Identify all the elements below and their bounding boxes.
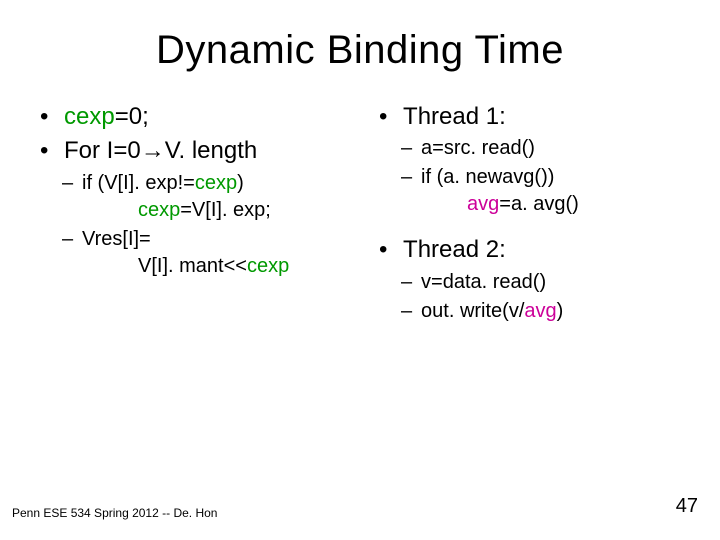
sub-if-body: cexp=V[I]. exp; xyxy=(82,197,367,224)
sub-vres: Vres[I]= V[I]. mant<<cexp xyxy=(38,226,367,280)
cexp-highlight: cexp xyxy=(64,103,115,130)
t1-if-body: avg=a. avg() xyxy=(421,191,690,218)
bullet-for-loop: For I=0→V. length xyxy=(38,135,367,167)
bullet-thread1: Thread 1: xyxy=(377,101,690,133)
left-column: cexp=0; For I=0→V. length if (V[I]. exp!… xyxy=(38,101,377,327)
page-number: 47 xyxy=(676,495,698,518)
text: =0; xyxy=(115,103,149,130)
text: Vres[I]= xyxy=(82,228,151,250)
text: For I=0 xyxy=(64,137,141,164)
t2-write: out. write(v/avg) xyxy=(377,298,690,325)
bullet-thread2: Thread 2: xyxy=(377,234,690,266)
text: Thread 1: xyxy=(403,103,506,130)
text: =V[I]. exp; xyxy=(180,199,271,221)
text: ) xyxy=(237,172,244,194)
text: =a. avg() xyxy=(499,193,578,215)
bullet-cexp-init: cexp=0; xyxy=(38,101,367,133)
text: v=data. read() xyxy=(421,271,546,293)
slide-body: cexp=0; For I=0→V. length if (V[I]. exp!… xyxy=(0,83,720,327)
text: if (V[I]. exp!= xyxy=(82,172,195,194)
cexp-highlight: cexp xyxy=(138,199,180,221)
slide-title: Dynamic Binding Time xyxy=(0,0,720,83)
text: if (a. newavg()) xyxy=(421,166,554,188)
text: ) xyxy=(557,300,564,322)
arrow-icon: → xyxy=(141,137,165,164)
footer-text: Penn ESE 534 Spring 2012 -- De. Hon xyxy=(12,506,217,520)
t1-if: if (a. newavg()) avg=a. avg() xyxy=(377,164,690,218)
avg-highlight: avg xyxy=(524,300,556,322)
t1-read: a=src. read() xyxy=(377,135,690,162)
cexp-highlight: cexp xyxy=(247,255,289,277)
text: V. length xyxy=(165,137,258,164)
text: Thread 2: xyxy=(403,236,506,263)
sub-vres-body: V[I]. mant<<cexp xyxy=(82,253,367,280)
right-column: Thread 1: a=src. read() if (a. newavg())… xyxy=(377,101,690,327)
text: out. write(v/ xyxy=(421,300,524,322)
slide: Dynamic Binding Time cexp=0; For I=0→V. … xyxy=(0,0,720,540)
text: a=src. read() xyxy=(421,137,535,159)
sub-if-exp: if (V[I]. exp!=cexp) cexp=V[I]. exp; xyxy=(38,170,367,224)
t2-read: v=data. read() xyxy=(377,269,690,296)
cexp-highlight: cexp xyxy=(195,172,237,194)
avg-highlight: avg xyxy=(467,193,499,215)
text: V[I]. mant<< xyxy=(138,255,247,277)
